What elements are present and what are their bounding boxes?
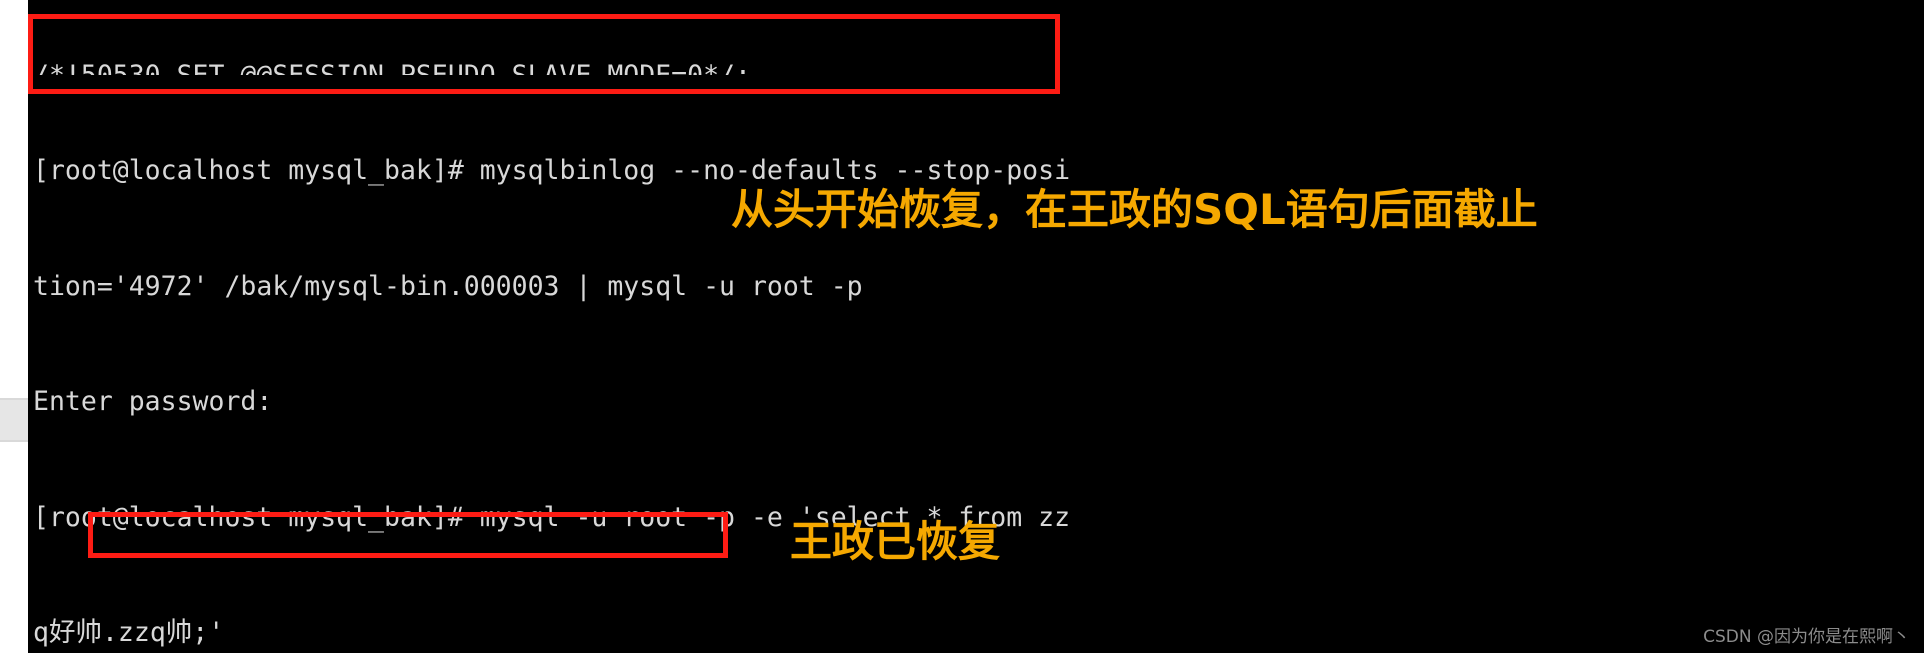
terminal-line-binlog-header: /*!50530 SET @@SESSION.PSEUDO_SLAVE_MODE…: [28, 57, 1924, 75]
gutter-band-bottom-edge: [0, 440, 28, 442]
terminal-line-password-prompt-1: Enter password:: [33, 386, 273, 417]
terminal-line-mysqlbinlog-command-part2: tion='4972' /bak/mysql-bin.000003 | mysq…: [33, 270, 863, 302]
csdn-watermark: CSDN @因为你是在熙啊丶: [1703, 627, 1910, 647]
gutter-band-highlight: [0, 400, 28, 440]
annotation-row-recovered: 王政已恢复: [790, 517, 1001, 566]
annotation-recovery-range: 从头开始恢复，在王政的SQL语句后面截止: [731, 185, 1538, 234]
terminal-line-mysql-select-command-part2: q好帅.zzq帅;': [33, 617, 225, 648]
screenshot-root: /*!50530 SET @@SESSION.PSEUDO_SLAVE_MODE…: [0, 0, 1924, 653]
left-page-gutter: [0, 0, 28, 653]
